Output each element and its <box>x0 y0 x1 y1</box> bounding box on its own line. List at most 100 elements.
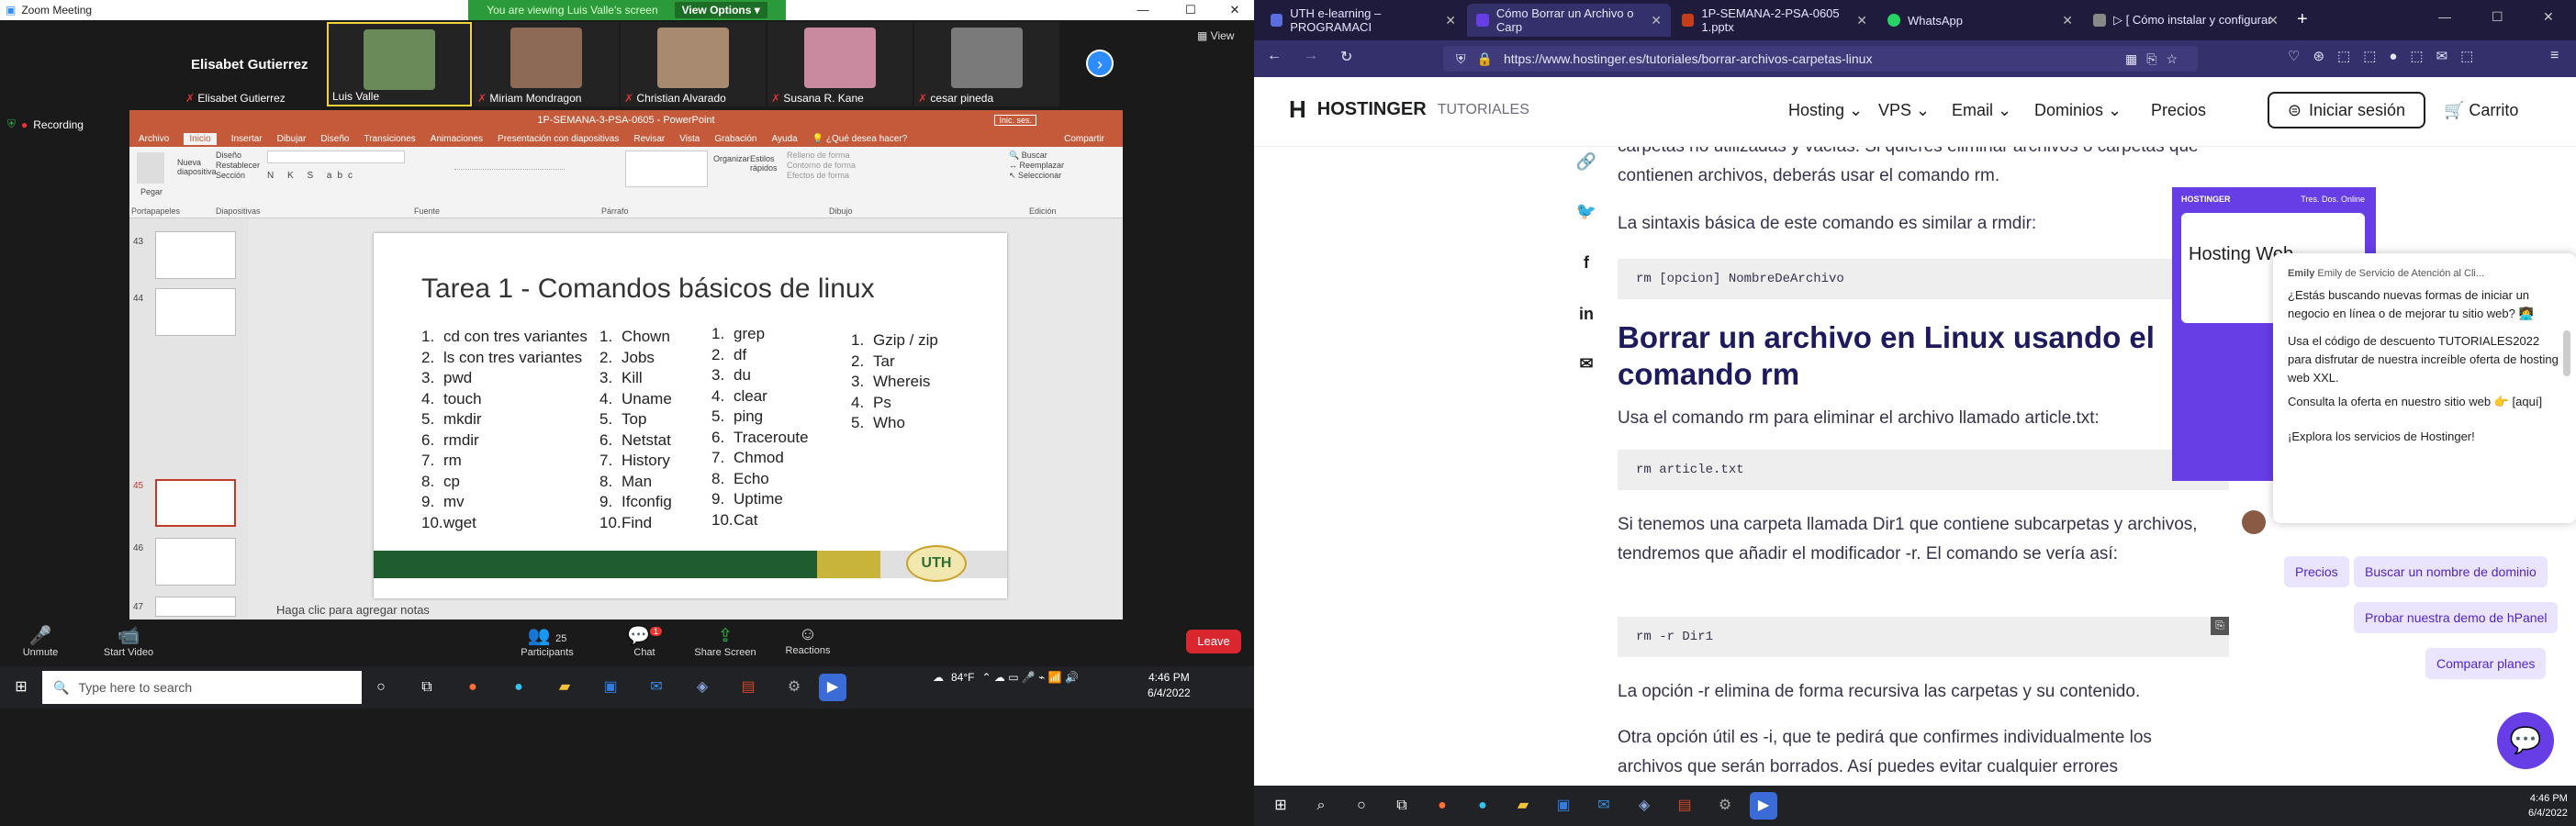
file-explorer-icon[interactable]: ▰ <box>1509 792 1537 820</box>
virtualbox-icon[interactable]: ◈ <box>1630 792 1658 820</box>
ppt-tab[interactable]: Presentación con diapositivas <box>498 134 619 144</box>
browser-tab[interactable]: UTH e-learning – PROGRAMACI ✕ <box>1261 4 1465 37</box>
paste-button[interactable]: Pegar <box>140 187 162 196</box>
close-window-icon[interactable]: ✕ <box>2543 9 2554 25</box>
participant-tile[interactable]: ✗ Miriam Mondragon <box>474 22 619 106</box>
nav-hosting[interactable]: Hosting ⌄ <box>1788 101 1863 120</box>
layout-button[interactable]: Diseño <box>216 151 260 161</box>
paste-icon[interactable] <box>137 152 164 184</box>
cortana-icon[interactable]: ○ <box>1348 792 1375 820</box>
mail-icon[interactable]: ✉ <box>1590 792 1618 820</box>
quick-reply-button[interactable]: Comparar planes <box>2425 648 2547 679</box>
ppt-tab[interactable]: Dibujar <box>277 134 307 144</box>
url-bar[interactable]: ⛨ 🔒 https://www.hostinger.es/tutoriales/… <box>1443 46 2198 72</box>
file-explorer-icon[interactable]: ▰ <box>551 674 578 701</box>
participant-tile[interactable]: Elisabet Gutierrez ✗ Elisabet Gutierrez <box>182 22 327 106</box>
share-screen-button[interactable]: ⇪ Share Screen <box>689 624 762 658</box>
email-icon[interactable]: ✉ <box>1575 352 1597 374</box>
ppt-signin-button[interactable]: Inic. ses. <box>994 115 1036 126</box>
minimize-icon[interactable]: — <box>2438 9 2451 24</box>
back-icon[interactable]: ← <box>1267 48 1282 64</box>
quick-reply-button[interactable]: Probar nuestra demo de hPanel <box>2354 602 2559 633</box>
slide-thumbnail[interactable] <box>155 597 236 617</box>
maximize-icon[interactable]: ☐ <box>2492 9 2503 25</box>
copy-icon[interactable]: ⎘ <box>2211 617 2229 635</box>
virtualbox-icon[interactable]: ◈ <box>689 674 716 701</box>
quick-reply-button[interactable]: Precios <box>2284 556 2349 587</box>
close-tab-icon[interactable]: ✕ <box>1445 13 1456 28</box>
slide-thumbnail[interactable] <box>155 288 236 336</box>
nav-dominios[interactable]: Dominios ⌄ <box>2034 101 2122 120</box>
quick-reply-button[interactable]: Buscar un nombre de dominio <box>2354 556 2548 587</box>
shape-fill-button[interactable]: Relleno de forma <box>787 151 856 161</box>
minimize-icon[interactable]: — <box>1127 0 1159 20</box>
hostinger-logo[interactable]: H HOSTINGER TUTORIALES <box>1289 95 1529 124</box>
participant-tile[interactable]: ✗ Christian Alvarado <box>621 22 766 106</box>
powerpoint-icon[interactable]: ▤ <box>734 674 762 701</box>
ppt-tab[interactable]: Revisar <box>633 134 665 144</box>
chat-message[interactable]: Consulta la oferta en nuestro sitio web … <box>2288 393 2561 411</box>
quick-styles-button[interactable]: Estilos rápidos <box>750 154 783 173</box>
ppt-tab[interactable]: Insertar <box>231 134 263 144</box>
participants-button[interactable]: 👥 25 Participants <box>510 624 584 658</box>
reactions-button[interactable]: ☺ Reactions <box>771 624 845 656</box>
task-view-icon[interactable]: ⧉ <box>413 674 441 701</box>
ppt-tab[interactable]: Transiciones <box>364 134 415 144</box>
close-tab-icon[interactable]: ✕ <box>1651 13 1662 28</box>
firefox-icon[interactable]: ● <box>1428 792 1456 820</box>
browser-tab[interactable]: WhatsApp ✕ <box>1878 4 2082 37</box>
taskbar-search[interactable]: 🔍 Type here to search <box>42 671 362 704</box>
unmute-button[interactable]: 🎤 Unmute <box>4 624 77 658</box>
extension-icons[interactable]: ♡⊛⬚⬚●⬚✉⬚ <box>2288 48 2486 64</box>
view-options-button[interactable]: View Options ▾ <box>674 2 767 18</box>
forward-icon[interactable]: → <box>1304 48 1318 64</box>
browser-tab-active[interactable]: Cómo Borrar un Archivo o Carp ✕ <box>1467 4 1671 37</box>
cortana-icon[interactable]: ○ <box>367 674 395 701</box>
replace-button[interactable]: ↔ Reemplazar <box>1009 161 1064 171</box>
mail-icon[interactable]: ✉ <box>643 674 670 701</box>
scrollbar-thumb[interactable] <box>2563 330 2570 376</box>
powerpoint-icon[interactable]: ▤ <box>1671 792 1698 820</box>
cart-button[interactable]: 🛒 Carrito <box>2444 101 2518 120</box>
facebook-icon[interactable]: f <box>1575 251 1597 273</box>
url-actions-icons[interactable]: ▦⎘☆ <box>2125 51 2187 67</box>
new-tab-icon[interactable]: + <box>2297 9 2308 30</box>
zoom-taskbar-icon[interactable]: ▶ <box>1750 792 1777 820</box>
link-icon[interactable]: 🔗 <box>1575 151 1597 173</box>
close-icon[interactable]: ✕ <box>1219 0 1250 20</box>
firefox-icon[interactable]: ● <box>459 674 487 701</box>
ppt-tab[interactable]: Vista <box>679 134 700 144</box>
ppt-tab[interactable]: Diseño <box>320 134 349 144</box>
ppt-tab-active[interactable]: Inicio <box>184 132 217 145</box>
taskbar-clock[interactable]: 4:46 PM 6/4/2022 <box>1148 670 1191 701</box>
ppt-tab[interactable]: Archivo <box>139 134 169 144</box>
nav-vps[interactable]: VPS ⌄ <box>1878 101 1930 120</box>
nav-email[interactable]: Email ⌄ <box>1952 101 2011 120</box>
edge-icon[interactable]: ● <box>1469 792 1496 820</box>
ppt-tab[interactable]: Grabación <box>714 134 756 144</box>
app-icon[interactable]: ⚙ <box>1711 792 1739 820</box>
paragraph-controls[interactable] <box>454 169 565 180</box>
find-button[interactable]: 🔍 Buscar <box>1009 151 1064 161</box>
reset-button[interactable]: Restablecer <box>216 161 260 171</box>
arrange-button[interactable]: Organizar <box>713 154 750 163</box>
ppt-tab[interactable]: Animaciones <box>431 134 483 144</box>
slide-thumbnail[interactable] <box>155 231 236 279</box>
slide-thumbnail-selected[interactable] <box>155 479 236 527</box>
store-icon[interactable]: ▣ <box>1550 792 1577 820</box>
close-tab-icon[interactable]: ✕ <box>2268 13 2279 28</box>
font-format-buttons[interactable]: N K S abc <box>267 171 358 181</box>
close-tab-icon[interactable]: ✕ <box>1856 13 1867 28</box>
leave-button[interactable]: Leave <box>1186 630 1241 653</box>
twitter-icon[interactable]: 🐦 <box>1575 200 1597 222</box>
ppt-tellme[interactable]: 💡 ¿Qué desea hacer? <box>812 134 908 144</box>
nav-precios[interactable]: Precios <box>2151 101 2206 120</box>
app-icon[interactable]: ⚙ <box>780 674 808 701</box>
participant-tile[interactable]: ✗ cesar pineda <box>914 22 1059 106</box>
current-slide[interactable]: Tarea 1 - Comandos básicos de linux 1. cd… <box>374 233 1007 598</box>
start-video-button[interactable]: 📹 Start Video <box>92 624 165 658</box>
participant-tile[interactable]: Luis Valle <box>327 22 472 106</box>
shape-outline-button[interactable]: Contorno de forma <box>787 161 856 171</box>
chat-launcher-button[interactable]: 💬 <box>2497 712 2554 769</box>
tray-icons[interactable]: ⌃ ☁ ▭ 🎤 ⌁ 📶 🔊 <box>981 671 1078 684</box>
